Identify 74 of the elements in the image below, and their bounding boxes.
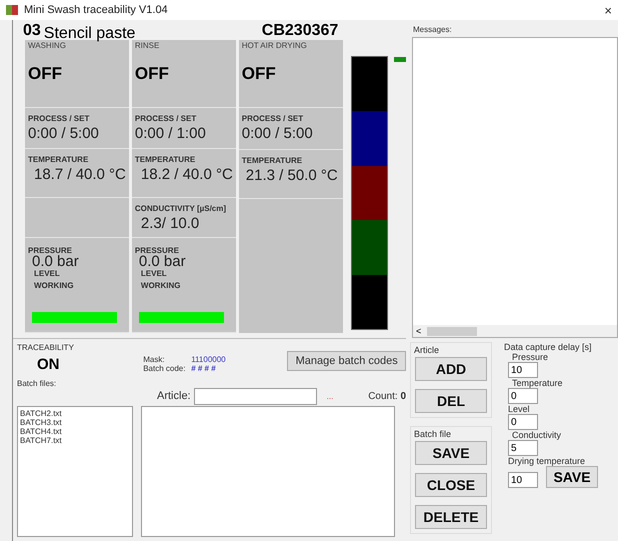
station-state: OFF	[242, 64, 276, 84]
temperature-label: TEMPERATURE	[28, 155, 88, 164]
delay-label: Level	[508, 404, 530, 414]
program-number: 03	[23, 22, 41, 40]
browse-button[interactable]: ...	[326, 392, 368, 400]
delay-field[interactable]: 0	[508, 388, 538, 404]
process-label: PROCESS / SET	[242, 114, 304, 123]
article-button[interactable]: ADD	[415, 357, 487, 381]
batch-code-value: # # # #	[191, 364, 216, 373]
close-button[interactable]: ×	[604, 2, 612, 18]
batch-file-item[interactable]: BATCH3.txt	[20, 418, 130, 427]
mask-label: Mask:	[143, 355, 166, 364]
temperature-value: 18.7 / 40.0 °C	[34, 166, 126, 184]
traceability-title: TRACEABILITY	[17, 343, 75, 352]
delay-label: Conductivity	[512, 430, 562, 440]
batch-files-label: Batch files:	[17, 379, 58, 388]
working-label: WORKING	[140, 280, 180, 290]
delay-field[interactable]: 10	[508, 362, 538, 378]
delay-field[interactable]: 0	[508, 414, 538, 430]
mask-value: 11100000	[191, 355, 226, 364]
temperature-value: 18.2 / 40.0 °C	[140, 166, 233, 184]
article-label: Article:	[157, 390, 191, 402]
batch-file-button[interactable]: SAVE	[415, 441, 487, 465]
temperature-label: TEMPERATURE	[134, 155, 196, 164]
station-title: HOT AIR DRYING	[242, 41, 307, 50]
batch-file-item[interactable]: BATCH7.txt	[20, 436, 130, 445]
article-field[interactable]	[194, 388, 317, 404]
pressure-label: PRESSURE	[134, 246, 179, 255]
working-label: WORKING	[34, 280, 74, 290]
conductivity-label: CONDUCTIVITY [µS/cm]	[134, 204, 226, 213]
article-button[interactable]: DEL	[415, 389, 487, 413]
delay-field[interactable]: 10	[508, 472, 538, 488]
temperature-label: TEMPERATURE	[242, 156, 302, 165]
data-capture-title: Data capture delay [s]	[504, 342, 592, 352]
app-icon	[6, 5, 18, 15]
temperature-value: 21.3 / 50.0 °C	[246, 167, 338, 184]
conductivity-value: 2.3/ 10.0	[140, 214, 200, 232]
batch-code-label: Batch code:	[143, 364, 186, 373]
article-group-title: Article	[414, 345, 440, 355]
scroll-left-button[interactable]: <	[416, 326, 422, 336]
delay-label: Temperature	[512, 378, 563, 388]
batch-file-item[interactable]: BATCH4.txt	[20, 427, 130, 436]
program-name: Stencil paste	[44, 25, 136, 42]
window-title: Mini Swash traceability V1.04	[24, 4, 169, 16]
save-delay-button[interactable]: SAVE	[546, 466, 598, 488]
count-label: Count: 0	[368, 390, 406, 402]
pressure-label: PRESSURE	[28, 246, 72, 255]
level-label: LEVEL	[34, 268, 60, 278]
messages-label: Messages:	[413, 25, 453, 34]
horizontal-scrollbar[interactable]: <	[413, 325, 617, 337]
station-title: RINSE	[134, 41, 160, 50]
traceability-state: ON	[37, 356, 60, 373]
batch-file-item[interactable]: BATCH2.txt	[20, 409, 130, 418]
station-state: OFF	[134, 64, 169, 84]
level-label: LEVEL	[140, 268, 167, 278]
delay-field[interactable]: 5	[508, 440, 538, 456]
delay-label: Drying temperature	[508, 456, 586, 466]
process-value: 0:00 / 1:00	[134, 124, 206, 142]
articles-list[interactable]	[141, 406, 395, 537]
process-label: PROCESS / SET	[28, 114, 90, 123]
pressure-value: 0.0 bar	[32, 254, 79, 269]
process-label: PROCESS / SET	[134, 114, 196, 123]
batch-file-group-title: Batch file	[414, 429, 452, 439]
process-value: 0:00 / 5:00	[28, 124, 99, 142]
batch-file-button[interactable]: CLOSE	[415, 473, 487, 497]
batch-files-list[interactable]: BATCH2.txt BATCH3.txt BATCH4.txt BATCH7.txt	[17, 406, 133, 537]
station-state: OFF	[28, 64, 62, 84]
process-value: 0:00 / 5:00	[242, 125, 313, 142]
batch-file-button[interactable]: DELETE	[415, 505, 487, 529]
station-title: WASHING	[28, 41, 66, 50]
batch-code: CB230367	[262, 22, 338, 40]
delay-label: Pressure	[512, 352, 548, 362]
pressure-value: 0.0 bar	[138, 254, 186, 269]
manage-batch-codes-button[interactable]: Manage batch codes	[287, 351, 406, 371]
